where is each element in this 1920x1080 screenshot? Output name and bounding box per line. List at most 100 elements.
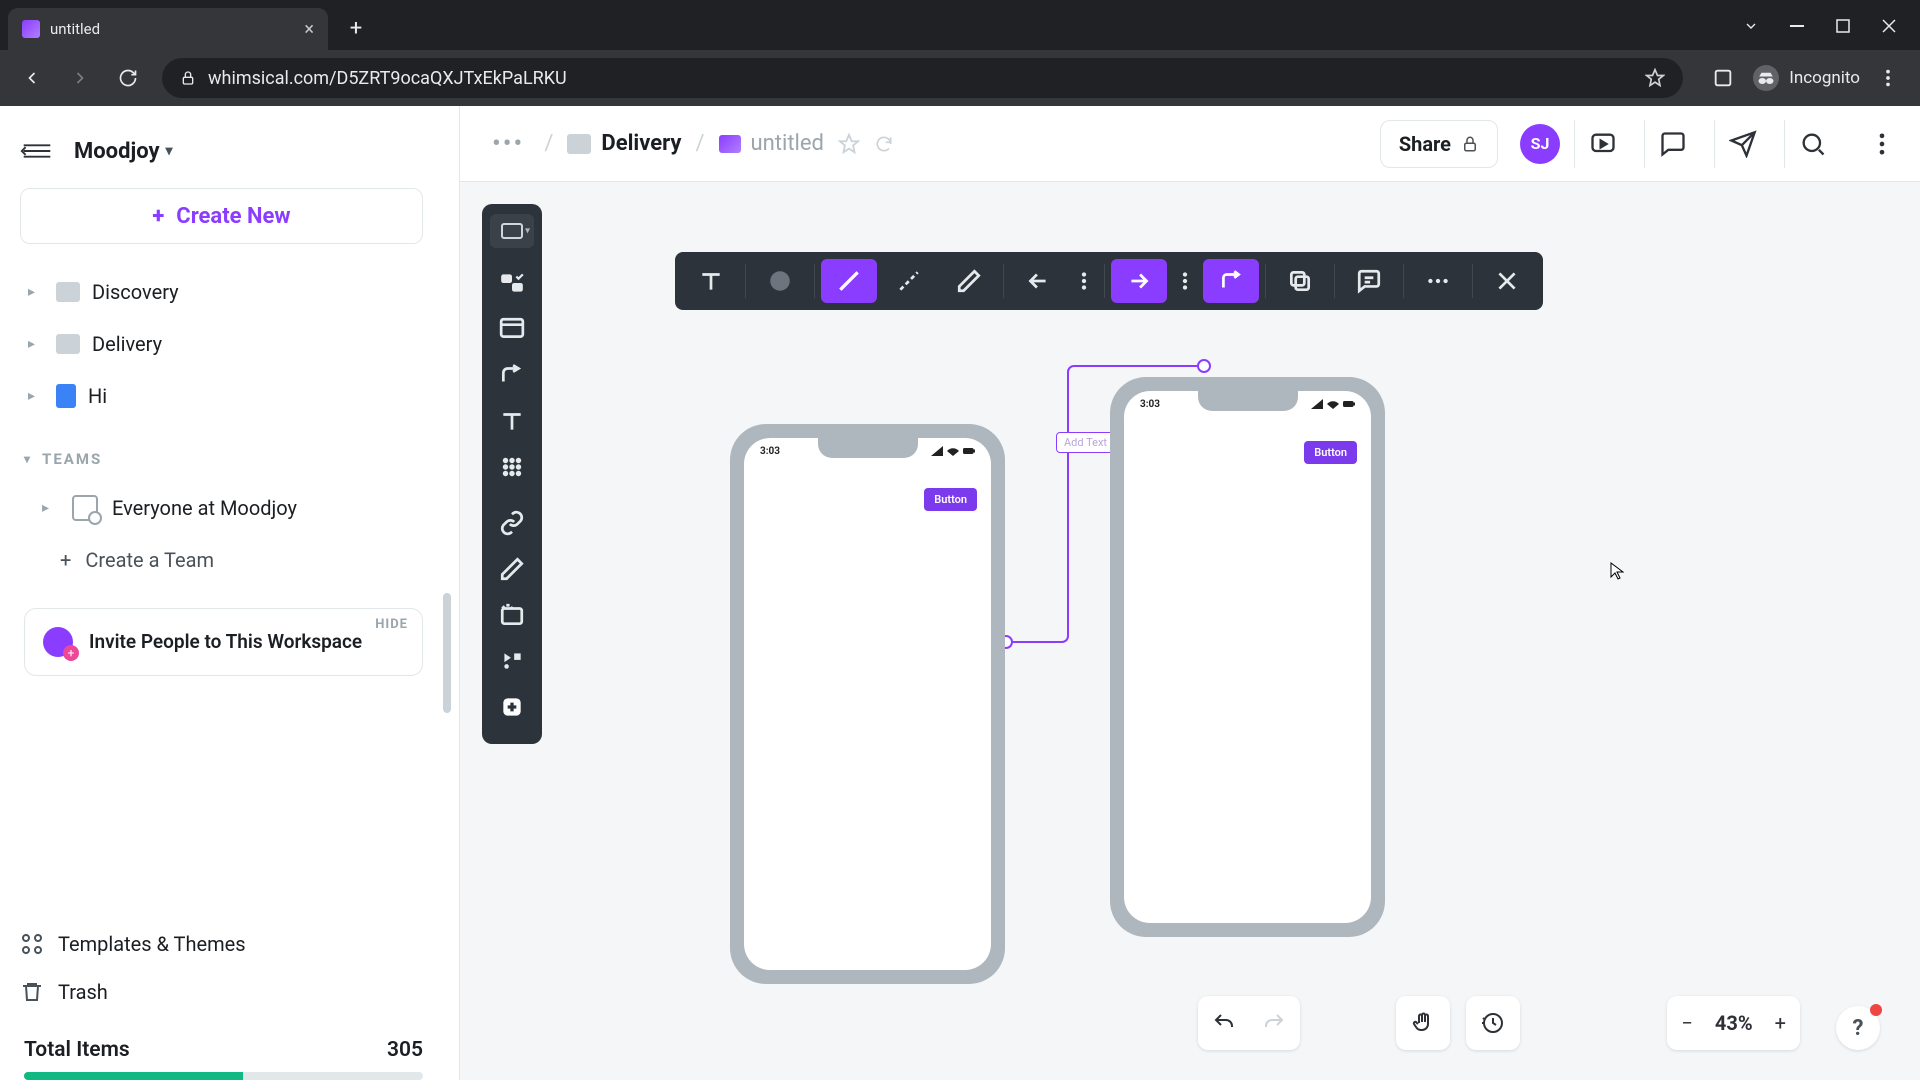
address-input[interactable]: whimsical.com/D5ZRT9ocaQXJTxEkPaLRKU — [162, 58, 1683, 98]
search-button[interactable] — [1784, 120, 1840, 168]
wireframe-phone-1[interactable]: 3:03 Button — [730, 424, 1005, 984]
ctx-arrow-start-menu[interactable] — [1070, 259, 1098, 303]
present-button[interactable] — [1574, 120, 1630, 168]
templates-link[interactable]: Templates & Themes — [20, 920, 441, 968]
reload-button[interactable] — [106, 58, 150, 98]
phone-time: 3:03 — [1140, 399, 1160, 410]
user-avatar[interactable]: SJ — [1520, 124, 1560, 164]
tool-connector-button[interactable] — [490, 352, 534, 398]
close-tab-icon[interactable]: × — [304, 19, 314, 40]
window-close-button[interactable] — [1866, 10, 1912, 42]
sidebar-item-label: Delivery — [92, 332, 162, 356]
ctx-close-button[interactable] — [1479, 259, 1535, 303]
caret-icon: ▸ — [28, 336, 44, 352]
share-button[interactable]: Share — [1380, 120, 1498, 168]
browser-tab-active[interactable]: untitled × — [8, 8, 328, 50]
undo-button[interactable] — [1212, 1011, 1236, 1035]
ctx-more-button[interactable] — [1410, 259, 1466, 303]
extensions-button[interactable] — [1701, 58, 1745, 98]
ctx-arrow-end-menu[interactable] — [1171, 259, 1199, 303]
invite-hide-button[interactable]: HIDE — [375, 617, 408, 632]
tool-section-button[interactable] — [490, 592, 534, 638]
history-button[interactable] — [1466, 996, 1520, 1050]
send-button[interactable] — [1714, 120, 1770, 168]
breadcrumb-parent-label: Delivery — [601, 131, 681, 156]
forward-button[interactable] — [58, 58, 102, 98]
workspace-switcher[interactable]: Moodjoy ▾ — [74, 139, 173, 164]
back-button[interactable] — [10, 58, 54, 98]
window-maximize-button[interactable] — [1820, 10, 1866, 42]
ctx-path-style-button[interactable] — [1203, 259, 1259, 303]
app-menu-button[interactable] — [1854, 120, 1910, 168]
sidebar-item-discovery[interactable]: ▸ Discovery — [20, 266, 441, 318]
wireframe-button-element[interactable]: Button — [1304, 441, 1357, 464]
ctx-arrow-start-button[interactable] — [1010, 259, 1066, 303]
tabs-menu-button[interactable] — [1728, 10, 1774, 42]
invite-card[interactable]: HIDE Invite People to This Workspace — [24, 608, 423, 676]
context-toolbar — [675, 252, 1543, 310]
canvas[interactable]: ▾ — [460, 182, 1920, 1080]
ctx-line-dashed-button[interactable] — [881, 259, 937, 303]
tool-components-button[interactable] — [490, 444, 534, 490]
tool-link-button[interactable] — [490, 500, 534, 546]
zoom-out-button[interactable]: − — [1681, 1011, 1692, 1035]
trash-link[interactable]: Trash — [20, 968, 441, 1016]
phone-time: 3:03 — [760, 446, 780, 457]
tab-title: untitled — [50, 20, 294, 38]
help-button[interactable]: ? — [1836, 1006, 1880, 1050]
team-label: Everyone at Moodjoy — [112, 496, 297, 520]
tool-icons-button[interactable] — [490, 638, 534, 684]
invite-icon — [43, 627, 73, 657]
breadcrumb-current[interactable]: untitled — [719, 131, 824, 156]
ctx-comment-button[interactable] — [1341, 259, 1397, 303]
tool-text-button[interactable] — [490, 398, 534, 444]
zoom-value[interactable]: 43% — [1715, 1011, 1753, 1035]
comments-button[interactable] — [1644, 120, 1700, 168]
team-item-everyone[interactable]: ▸ Everyone at Moodjoy — [0, 482, 441, 534]
breadcrumb-parent[interactable]: Delivery — [567, 131, 681, 156]
ctx-line-style-button[interactable] — [821, 259, 877, 303]
total-items-value: 305 — [387, 1038, 423, 1062]
sidebar-collapse-button[interactable] — [18, 132, 56, 170]
ctx-copy-button[interactable] — [1272, 259, 1328, 303]
caret-icon: ▸ — [28, 284, 44, 300]
templates-icon — [20, 932, 44, 956]
ctx-edit-button[interactable] — [941, 259, 997, 303]
tool-checklist-button[interactable] — [490, 260, 534, 306]
teams-section-toggle[interactable]: ▾ TEAMS — [0, 422, 441, 482]
sync-status-icon[interactable] — [874, 134, 894, 154]
team-icon — [72, 495, 98, 521]
redo-button[interactable] — [1262, 1011, 1286, 1035]
flow-label-input[interactable]: Add Text — [1056, 432, 1115, 453]
sidebar-item-hi[interactable]: ▸ Hi — [20, 370, 441, 422]
frame-picker-button[interactable]: ▾ — [490, 214, 534, 248]
pan-tool-button[interactable] — [1396, 996, 1450, 1050]
ctx-color-button[interactable] — [752, 259, 808, 303]
wireframe-phone-2[interactable]: 3:03 Button — [1110, 377, 1385, 937]
ctx-arrow-end-button[interactable] — [1111, 259, 1167, 303]
cursor-icon — [1610, 562, 1624, 580]
lock-icon — [180, 70, 196, 86]
sidebar-item-delivery[interactable]: ▸ Delivery — [20, 318, 441, 370]
tool-add-button[interactable] — [490, 684, 534, 730]
plus-icon: + — [60, 548, 71, 572]
wireframe-button-element[interactable]: Button — [924, 488, 977, 511]
window-minimize-button[interactable] — [1774, 10, 1820, 42]
tool-pencil-button[interactable] — [490, 546, 534, 592]
phone-statusbar: 3:03 — [1124, 391, 1371, 417]
browser-menu-button[interactable] — [1866, 58, 1910, 98]
tool-window-button[interactable] — [490, 306, 534, 352]
breadcrumb-more-button[interactable]: ••• — [486, 129, 530, 159]
ctx-text-button[interactable] — [683, 259, 739, 303]
favorite-star-button[interactable] — [838, 133, 860, 155]
zoom-control: − 43% + — [1667, 996, 1800, 1050]
zoom-in-button[interactable]: + — [1775, 1011, 1786, 1035]
sidebar-resize-handle[interactable] — [443, 593, 451, 713]
new-tab-button[interactable]: + — [342, 14, 370, 42]
create-team-button[interactable]: + Create a Team — [0, 534, 441, 586]
bookmark-star-icon[interactable] — [1645, 68, 1665, 88]
main-area: ••• / Delivery / untitled Share SJ — [460, 106, 1920, 1080]
breadcrumb-separator: / — [695, 131, 704, 156]
profile-incognito[interactable]: Incognito — [1747, 65, 1864, 91]
create-new-button[interactable]: + Create New — [20, 188, 423, 244]
